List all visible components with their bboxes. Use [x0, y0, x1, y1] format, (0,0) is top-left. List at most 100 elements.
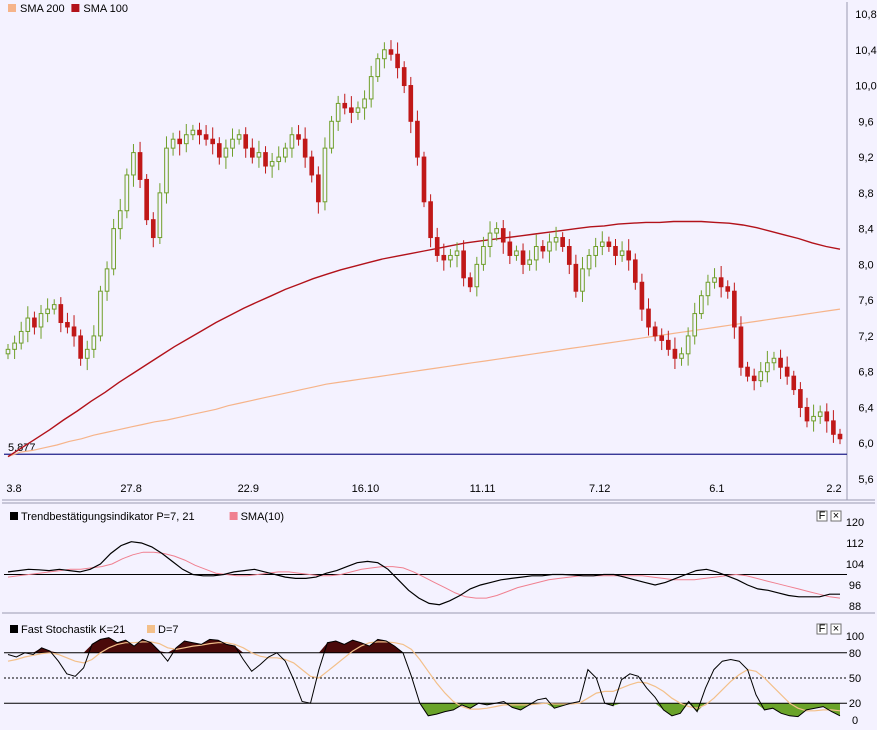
candle-down	[467, 277, 473, 288]
candle-up	[5, 348, 11, 355]
candle-down	[137, 152, 143, 180]
price-tick-label: 6,0	[858, 438, 873, 450]
candle-down	[316, 174, 321, 203]
candle-up	[527, 259, 532, 265]
candle-down	[309, 156, 315, 176]
candle-down	[210, 138, 216, 145]
candle-down	[144, 178, 149, 221]
candle-down	[778, 357, 783, 368]
candle-up	[269, 161, 275, 167]
candle-up	[811, 415, 816, 422]
candle-down	[58, 304, 64, 324]
candle-down	[626, 250, 632, 261]
stoch-close-icon: ×	[833, 623, 839, 635]
candle-down	[415, 120, 420, 158]
price-tick-label: 8,0	[858, 259, 873, 271]
candle-down	[395, 53, 400, 69]
candle-down	[216, 143, 222, 158]
candle-up	[487, 232, 493, 247]
stoch-tick-label: 20	[849, 698, 861, 710]
stoch-tick-label: 80	[849, 648, 861, 660]
candle-up	[494, 228, 499, 234]
candle-down	[203, 134, 209, 140]
price-tick-label: 10,4	[855, 45, 876, 57]
candle-up	[335, 102, 341, 122]
price-tick-label: 8,4	[858, 224, 873, 236]
candle-up	[382, 49, 387, 60]
candle-down	[65, 322, 70, 328]
candle-up	[474, 263, 480, 288]
candle-down	[606, 241, 612, 247]
candle-up	[771, 357, 777, 364]
stoch-tick-label: 0	[852, 715, 858, 727]
candle-down	[408, 85, 414, 122]
legend-sma200: SMA 200	[20, 3, 65, 15]
candle-up	[51, 304, 57, 310]
candle-up	[124, 174, 130, 212]
candle-up	[38, 313, 44, 328]
candle-down	[831, 420, 836, 435]
date-tick-label: 16.10	[352, 483, 380, 495]
trend-legend-label-0: Trendbestätigungsindikator P=7, 21	[21, 511, 195, 523]
candle-up	[157, 192, 163, 239]
date-tick-label: 6.1	[709, 483, 724, 495]
candle-up	[104, 268, 110, 292]
legend-sma100: SMA 100	[83, 3, 128, 15]
candle-up	[256, 152, 262, 158]
date-tick-label: 2.2	[826, 483, 841, 495]
price-tick-label: 10,0	[855, 81, 876, 93]
candle-up	[362, 98, 367, 109]
trend-indicator-line	[7, 541, 840, 606]
candle-up	[117, 210, 123, 230]
candle-down	[349, 107, 354, 113]
legend-swatch	[71, 4, 80, 12]
price-tick-label: 9,6	[858, 116, 873, 128]
trend-close-icon: ×	[833, 510, 839, 522]
candle-down	[388, 49, 394, 55]
candle-up	[514, 250, 519, 256]
candle-up	[699, 295, 704, 315]
trend-tick-label: 96	[849, 580, 861, 592]
candle-up	[164, 147, 169, 194]
candle-up	[18, 330, 24, 344]
candle-down	[659, 335, 665, 341]
candle-up	[375, 58, 381, 78]
candle-down	[507, 241, 513, 256]
candle-up	[481, 246, 486, 265]
candle-down	[197, 129, 202, 136]
candle-down	[652, 326, 658, 337]
candle-down	[296, 134, 301, 140]
candle-down	[500, 228, 506, 243]
sma100-line	[7, 220, 841, 458]
candle-down	[32, 317, 37, 328]
candle-down	[540, 246, 546, 252]
stoch-legend-label-1: D=7	[158, 624, 179, 636]
trend-format-icon: F	[819, 510, 826, 522]
candle-down	[718, 277, 724, 288]
candle-down	[71, 326, 77, 337]
price-tick-label: 8,8	[858, 188, 873, 200]
candle-down	[784, 366, 790, 377]
candle-down	[250, 147, 255, 158]
price-tick-label: 10,8	[855, 9, 876, 21]
candle-down	[401, 67, 407, 87]
candle-up	[25, 317, 31, 332]
trend-tick-label: 120	[846, 517, 864, 529]
candle-up	[355, 107, 361, 113]
candle-up	[619, 250, 625, 256]
candle-down	[824, 411, 830, 422]
candle-down	[613, 246, 618, 256]
stoch-tick-label: 100	[846, 631, 864, 643]
candle-down	[342, 102, 348, 109]
candle-up	[692, 313, 698, 337]
candle-down	[791, 375, 797, 391]
candle-down	[639, 281, 645, 310]
candle-down	[573, 263, 579, 292]
candle-down	[263, 152, 268, 167]
candle-up	[712, 277, 717, 283]
candle-up	[322, 147, 328, 203]
trend-tick-label: 88	[849, 601, 861, 613]
candle-up	[599, 241, 605, 247]
candle-up	[679, 353, 684, 359]
candle-up	[183, 134, 189, 145]
